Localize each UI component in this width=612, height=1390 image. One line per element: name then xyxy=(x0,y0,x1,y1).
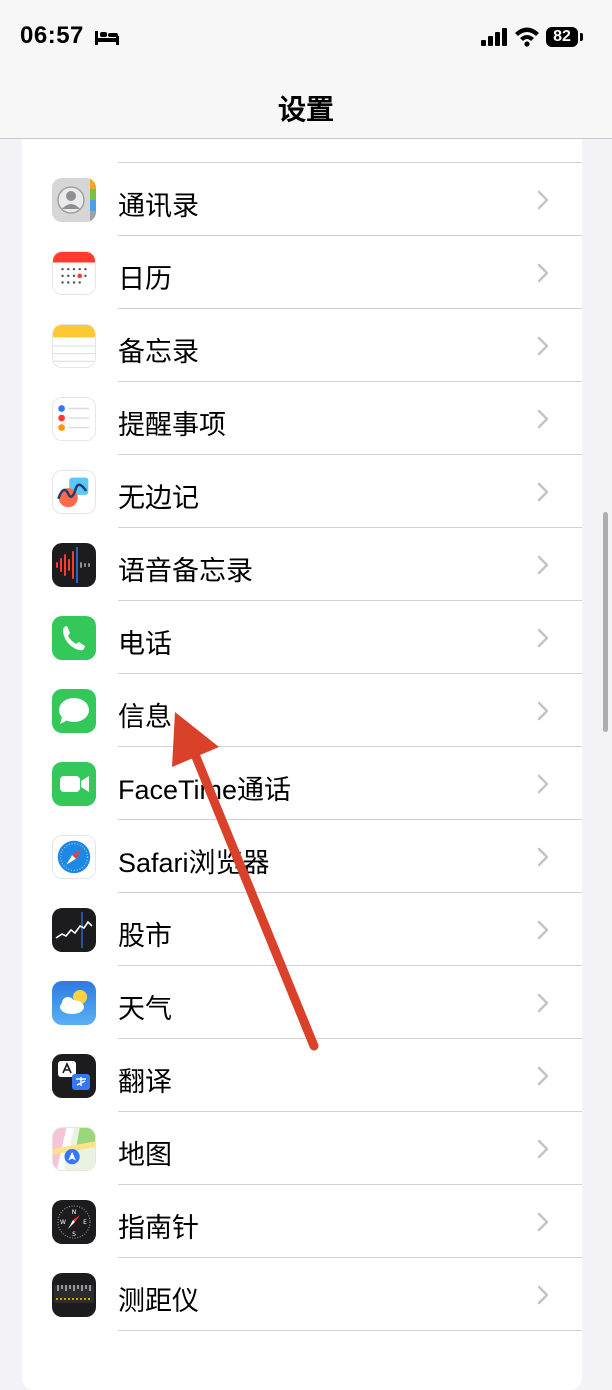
freeform-icon xyxy=(52,470,96,514)
settings-row-label: 指南针 xyxy=(118,1213,199,1243)
settings-row-label: 信息 xyxy=(118,702,172,732)
settings-row-label: FaceTime通话 xyxy=(118,775,292,805)
settings-row-weather[interactable]: 天气 xyxy=(22,966,582,1039)
translate-icon xyxy=(52,1054,96,1098)
page-title: 设置 xyxy=(277,94,334,125)
settings-row-freeform[interactable]: 无边记 xyxy=(22,455,582,528)
settings-row-label: 语音备忘录 xyxy=(118,556,253,586)
stocks-icon xyxy=(52,908,96,952)
weather-icon xyxy=(52,981,96,1025)
settings-row-measure[interactable]: 测距仪 xyxy=(22,1258,582,1331)
settings-row-label: 地图 xyxy=(118,1140,172,1170)
phone-icon xyxy=(52,616,96,660)
settings-row-calendar[interactable]: 日历 xyxy=(22,236,582,309)
compass-icon: N S W E xyxy=(52,1200,96,1244)
settings-row-label: 电话 xyxy=(118,629,172,659)
settings-row-notes[interactable]: 备忘录 xyxy=(22,309,582,382)
chevron-right-icon xyxy=(537,555,549,575)
navigation-bar: 设置 xyxy=(0,76,612,139)
settings-row-label: 日历 xyxy=(118,264,172,294)
settings-row-label: 备忘录 xyxy=(118,337,199,367)
settings-row-reminders[interactable]: 提醒事项 xyxy=(22,382,582,455)
chevron-right-icon xyxy=(537,1285,549,1305)
facetime-icon xyxy=(52,762,96,806)
contacts-icon xyxy=(52,178,96,222)
battery-nub xyxy=(580,33,583,41)
bed-icon xyxy=(95,31,119,45)
settings-row-voice-memos[interactable]: 语音备忘录 xyxy=(22,528,582,601)
settings-row-label: 通讯录 xyxy=(118,191,199,221)
calendar-icon xyxy=(52,251,96,295)
svg-text:S: S xyxy=(72,1231,76,1238)
messages-icon xyxy=(52,689,96,733)
settings-row-label: 股市 xyxy=(118,921,172,951)
voice-memos-icon xyxy=(52,543,96,587)
settings-list: 通讯录 日历 备忘录 提醒事项 无边记 语音备忘录 电话 信息 FaceTime… xyxy=(22,90,582,1390)
status-bar: 06:57 82 xyxy=(0,0,612,76)
settings-row-label: Safari浏览器 xyxy=(118,848,270,878)
chevron-right-icon xyxy=(537,263,549,283)
battery-indicator: 82 xyxy=(546,27,578,47)
chevron-right-icon xyxy=(537,190,549,210)
row-separator xyxy=(118,1330,582,1331)
chevron-right-icon xyxy=(537,774,549,794)
maps-icon xyxy=(52,1127,96,1171)
status-time: 06:57 xyxy=(20,22,84,49)
chevron-right-icon xyxy=(537,628,549,648)
wifi-icon xyxy=(515,27,539,47)
cellular-signal-icon xyxy=(481,28,507,46)
chevron-right-icon xyxy=(537,920,549,940)
settings-row-label: 翻译 xyxy=(118,1067,172,1097)
settings-row-label: 提醒事项 xyxy=(118,410,226,440)
reminders-icon xyxy=(52,397,96,441)
settings-row-label: 测距仪 xyxy=(118,1286,199,1316)
chevron-right-icon xyxy=(537,1212,549,1232)
chevron-right-icon xyxy=(537,1139,549,1159)
settings-row-contacts[interactable]: 通讯录 xyxy=(22,163,582,236)
chevron-right-icon xyxy=(537,847,549,867)
chevron-right-icon xyxy=(537,409,549,429)
chevron-right-icon xyxy=(537,993,549,1013)
settings-row-messages[interactable]: 信息 xyxy=(22,674,582,747)
safari-icon xyxy=(52,835,96,879)
settings-row-translate[interactable]: 翻译 xyxy=(22,1039,582,1112)
svg-text:W: W xyxy=(60,1219,66,1226)
svg-text:N: N xyxy=(72,1209,77,1216)
settings-row-label: 无边记 xyxy=(118,483,199,513)
measure-icon xyxy=(52,1273,96,1317)
scroll-indicator[interactable] xyxy=(603,512,608,732)
chevron-right-icon xyxy=(537,1066,549,1086)
svg-text:E: E xyxy=(83,1219,87,1226)
settings-row-label: 天气 xyxy=(118,994,172,1024)
settings-row-phone[interactable]: 电话 xyxy=(22,601,582,674)
settings-row-facetime[interactable]: FaceTime通话 xyxy=(22,747,582,820)
settings-row-stocks[interactable]: 股市 xyxy=(22,893,582,966)
chevron-right-icon xyxy=(537,701,549,721)
chevron-right-icon xyxy=(537,482,549,502)
settings-row-maps[interactable]: 地图 xyxy=(22,1112,582,1185)
notes-icon xyxy=(52,324,96,368)
settings-row-compass[interactable]: N S W E 指南针 xyxy=(22,1185,582,1258)
settings-row-safari[interactable]: Safari浏览器 xyxy=(22,820,582,893)
chevron-right-icon xyxy=(537,336,549,356)
